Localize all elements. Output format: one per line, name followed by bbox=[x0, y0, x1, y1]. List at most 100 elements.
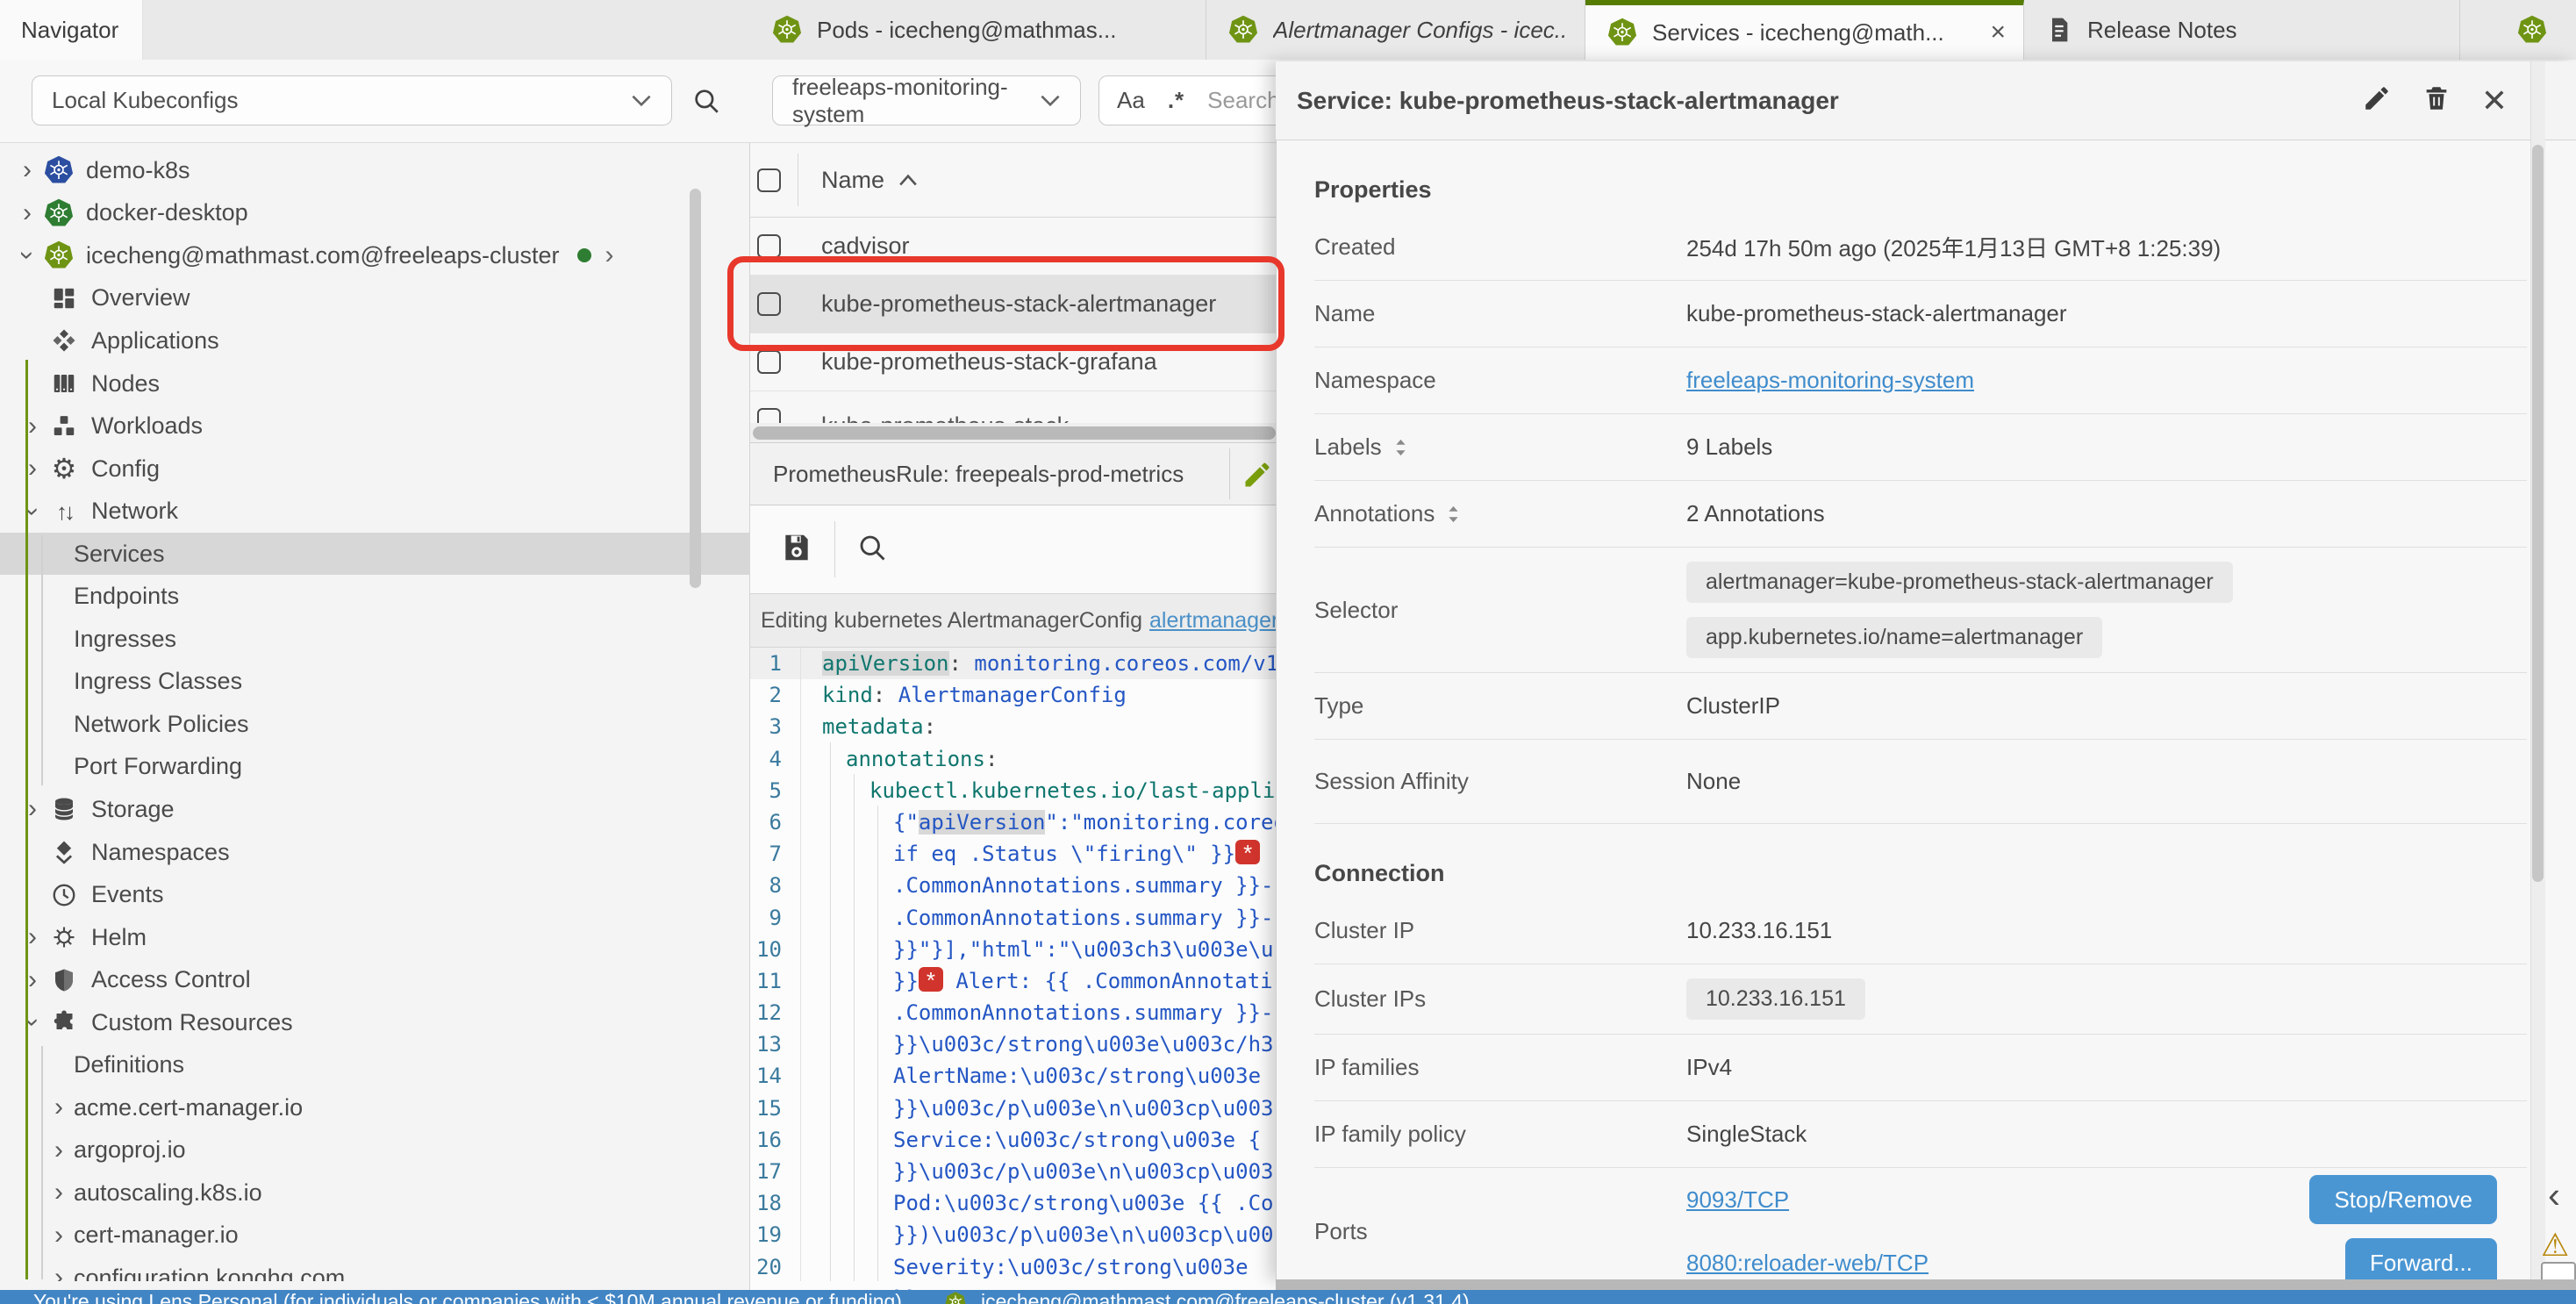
column-header-name[interactable]: Name bbox=[821, 167, 884, 194]
regex-toggle[interactable]: .* bbox=[1168, 87, 1184, 114]
property-value: 10.233.16.151 bbox=[1686, 917, 1832, 944]
toolbar-divider bbox=[834, 521, 835, 577]
drawer-scrollbar[interactable] bbox=[2532, 145, 2544, 882]
chevron-collapsed-icon[interactable]: › bbox=[12, 200, 42, 226]
tab-services[interactable]: Services - icecheng@math...× bbox=[1585, 0, 2024, 60]
puzzle-icon bbox=[47, 1006, 81, 1039]
gutter-divider bbox=[800, 648, 801, 1281]
sidebar-item-endpoints[interactable]: Endpoints bbox=[0, 575, 750, 618]
sidebar-item-ingresses[interactable]: Ingresses bbox=[0, 618, 750, 661]
sidebar-item-docker-desktop[interactable]: ›docker-desktop bbox=[0, 192, 750, 235]
close-icon[interactable]: ✕ bbox=[2481, 85, 2508, 117]
line-number: 18 bbox=[750, 1187, 782, 1219]
sidebar-item-helm[interactable]: ›Helm bbox=[0, 916, 750, 959]
property-label: IP families bbox=[1314, 1054, 1419, 1081]
sidebar-item-argoproj-io[interactable]: ›argoproj.io bbox=[0, 1129, 750, 1172]
sidebar-item-overview[interactable]: Overview bbox=[0, 277, 750, 320]
chevron-collapsed-icon[interactable]: › bbox=[18, 967, 47, 993]
editor-search-icon[interactable] bbox=[856, 532, 888, 568]
sidebar-item-cert-manager-io[interactable]: ›cert-manager.io bbox=[0, 1214, 750, 1257]
sidebar-item-label: Custom Resources bbox=[91, 1009, 293, 1036]
row-checkbox[interactable] bbox=[757, 350, 781, 374]
chevron-collapsed-icon[interactable]: › bbox=[44, 1094, 74, 1121]
sidebar-item-definitions[interactable]: Definitions bbox=[0, 1043, 750, 1086]
sidebar-item-ingress-classes[interactable]: Ingress Classes bbox=[0, 661, 750, 704]
match-case-toggle[interactable]: Aa bbox=[1117, 87, 1145, 114]
sidebar-item-label: Ingresses bbox=[74, 626, 176, 653]
chevron-left-icon[interactable]: ‹ bbox=[2548, 1174, 2560, 1216]
cluster-tree: ›demo-k8s›docker-desktop›icecheng@mathma… bbox=[0, 149, 750, 1281]
sidebar-item-network[interactable]: ›↑↓Network bbox=[0, 490, 750, 533]
editing-resource-link[interactable]: alertmanager bbox=[1149, 608, 1278, 634]
row-checkbox[interactable] bbox=[757, 234, 781, 258]
sidebar-item-network-policies[interactable]: Network Policies bbox=[0, 703, 750, 746]
port-link[interactable]: 8080:reloader-web/TCP bbox=[1686, 1250, 1928, 1277]
kubeconfig-select[interactable]: Local Kubeconfigs bbox=[32, 75, 672, 125]
forward-button[interactable]: Forward... bbox=[2345, 1238, 2497, 1281]
edit-pencil-icon[interactable] bbox=[1241, 459, 1273, 495]
trash-icon[interactable] bbox=[2422, 83, 2451, 118]
save-icon[interactable] bbox=[780, 531, 813, 569]
sidebar-item-config[interactable]: ›⚙Config bbox=[0, 448, 750, 491]
editing-text: Editing kubernetes AlertmanagerConfig bbox=[761, 608, 1142, 634]
sidebar-item-icecheng-mathmast-com-freeleaps-cluster[interactable]: ›icecheng@mathmast.com@freeleaps-cluster… bbox=[0, 234, 750, 277]
property-label: Type bbox=[1314, 692, 1363, 720]
sort-asc-icon[interactable] bbox=[898, 173, 918, 187]
chevron-collapsed-icon[interactable]: › bbox=[12, 157, 42, 183]
property-label: Annotations bbox=[1314, 500, 1435, 527]
workloads-icon bbox=[47, 410, 81, 443]
sidebar-item-applications[interactable]: Applications bbox=[0, 319, 750, 362]
sidebar-item-demo-k8s[interactable]: ›demo-k8s bbox=[0, 149, 750, 192]
sidebar-item-nodes[interactable]: Nodes bbox=[0, 362, 750, 405]
horizontal-scrollbar[interactable] bbox=[753, 426, 1276, 440]
property-row-ports: Ports9093/TCPStop/Remove8080:reloader-we… bbox=[1314, 1168, 2527, 1281]
chevron-collapsed-icon[interactable]: › bbox=[18, 796, 47, 822]
chevron-collapsed-icon[interactable]: › bbox=[18, 413, 47, 440]
namespace-link[interactable]: freeleaps-monitoring-system bbox=[1686, 367, 1974, 394]
chevron-right-icon[interactable]: › bbox=[605, 240, 614, 270]
sidebar-item-label: Port Forwarding bbox=[74, 753, 242, 780]
chevron-expanded-icon[interactable]: › bbox=[14, 240, 40, 270]
chevron-collapsed-icon[interactable]: › bbox=[44, 1179, 74, 1206]
line-number: 9 bbox=[750, 902, 782, 934]
tab-release-notes[interactable]: Release Notes bbox=[2024, 0, 2460, 60]
sidebar-item-custom-resources[interactable]: › Custom Resources bbox=[0, 1001, 750, 1044]
property-value: SingleStack bbox=[1686, 1121, 1807, 1148]
sidebar-item-access-control[interactable]: ›Access Control bbox=[0, 958, 750, 1001]
select-all-checkbox[interactable] bbox=[757, 168, 781, 192]
chevron-expanded-icon[interactable]: › bbox=[19, 497, 46, 527]
sidebar-item-namespaces[interactable]: Namespaces bbox=[0, 831, 750, 874]
sort-updown-icon[interactable] bbox=[1394, 438, 1407, 457]
stop-remove-button[interactable]: Stop/Remove bbox=[2309, 1175, 2497, 1224]
siren-emoji bbox=[919, 967, 943, 992]
sidebar-item-workloads[interactable]: ›Workloads bbox=[0, 405, 750, 448]
code-token: {" bbox=[893, 810, 919, 835]
port-link[interactable]: 9093/TCP bbox=[1686, 1186, 1789, 1214]
chevron-collapsed-icon[interactable]: › bbox=[44, 1222, 74, 1249]
chevron-collapsed-icon[interactable]: › bbox=[44, 1265, 74, 1281]
tab-pods[interactable]: Pods - icecheng@mathmas... bbox=[750, 0, 1206, 60]
sidebar-item-autoscaling-k8s-io[interactable]: ›autoscaling.k8s.io bbox=[0, 1171, 750, 1214]
tab-clipped[interactable]: A bbox=[2495, 0, 2572, 60]
row-checkbox[interactable] bbox=[757, 408, 781, 423]
property-row-session-affinity: Session AffinityNone bbox=[1314, 740, 2527, 824]
sidebar-item-configuration-konghq-com[interactable]: ›configuration.konghq.com bbox=[0, 1257, 750, 1281]
drawer-title: Service: kube-prometheus-stack-alertmana… bbox=[1297, 87, 1839, 115]
chevron-collapsed-icon[interactable]: › bbox=[18, 455, 47, 482]
sidebar-item-acme-cert-manager-io[interactable]: ›acme.cert-manager.io bbox=[0, 1086, 750, 1129]
tab-alertmanager-configs[interactable]: Alertmanager Configs - icec... bbox=[1206, 0, 1585, 60]
chevron-collapsed-icon[interactable]: › bbox=[44, 1137, 74, 1164]
sidebar-scrollbar[interactable] bbox=[690, 189, 701, 588]
edit-pencil-icon[interactable] bbox=[2362, 83, 2392, 118]
chevron-collapsed-icon[interactable]: › bbox=[18, 924, 47, 950]
cluster-status-label[interactable]: icecheng@mathmast.com@freeleaps-cluster … bbox=[981, 1290, 1470, 1304]
namespace-select[interactable]: freeleaps-monitoring-system bbox=[772, 75, 1081, 125]
sidebar-item-services[interactable]: Services bbox=[0, 533, 750, 576]
close-tab-icon[interactable]: × bbox=[1974, 19, 2006, 46]
chevron-expanded-icon[interactable]: › bbox=[19, 1007, 46, 1037]
sidebar-item-events[interactable]: Events bbox=[0, 873, 750, 916]
search-icon[interactable] bbox=[691, 86, 721, 120]
sidebar-item-storage[interactable]: ›Storage bbox=[0, 788, 750, 831]
sort-updown-icon[interactable] bbox=[1447, 505, 1460, 524]
sidebar-item-port-forwarding[interactable]: Port Forwarding bbox=[0, 746, 750, 789]
